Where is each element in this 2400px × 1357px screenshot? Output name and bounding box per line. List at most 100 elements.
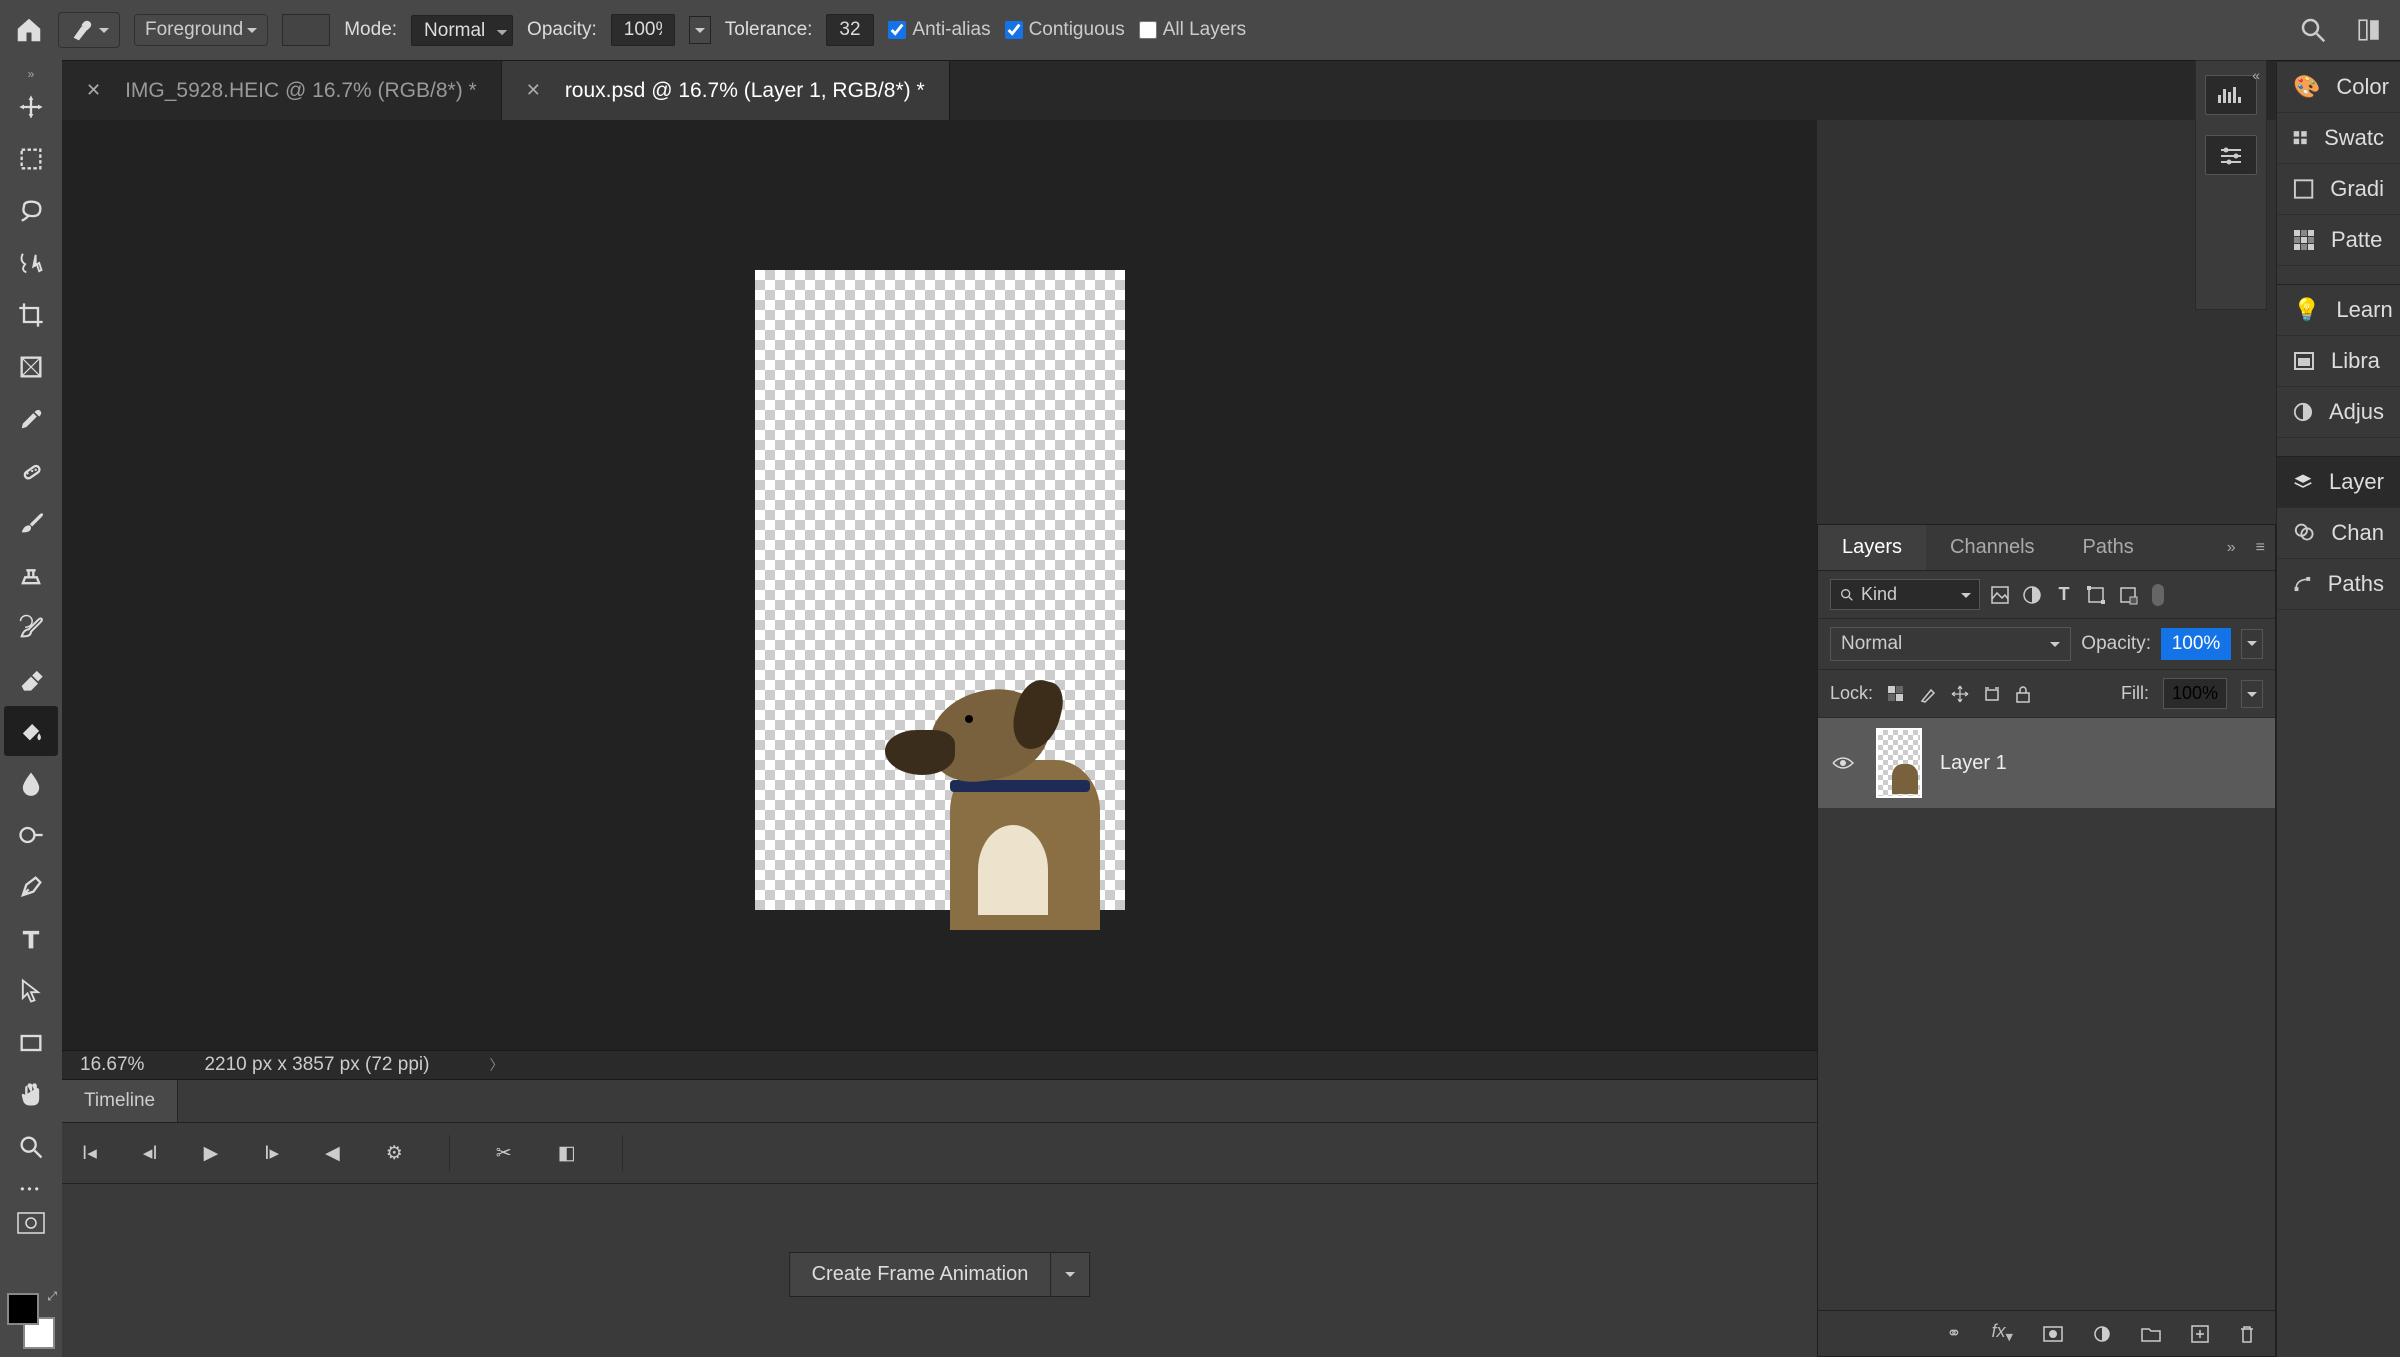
timeline-tab[interactable]: Timeline [62, 1080, 178, 1122]
shape-tool[interactable] [4, 1018, 58, 1068]
tab-channels[interactable]: Channels [1926, 525, 2059, 570]
hand-tool[interactable] [4, 1070, 58, 1120]
panel-item-layers[interactable]: Layer [2277, 457, 2400, 508]
history-brush-tool[interactable] [4, 602, 58, 652]
link-layers-icon[interactable]: ⚭ [1946, 1323, 1961, 1344]
chevron-down-icon[interactable] [1051, 1252, 1090, 1297]
next-frame-icon[interactable]: I▸ [264, 1142, 279, 1165]
visibility-toggle[interactable] [1832, 755, 1858, 771]
home-icon[interactable] [14, 15, 44, 45]
fill-source-select[interactable]: Foreground [134, 14, 268, 46]
lock-all-icon[interactable] [2015, 685, 2031, 703]
mask-icon[interactable] [2043, 1326, 2063, 1342]
go-first-icon[interactable]: I◂ [82, 1142, 97, 1165]
canvas-area[interactable] [62, 120, 1817, 1050]
opacity-dropdown[interactable] [2241, 629, 2263, 659]
active-tool-preset[interactable] [58, 12, 120, 48]
prev-frame-icon[interactable]: ◂I [143, 1142, 158, 1165]
filter-type-icon[interactable]: T [2052, 583, 2076, 607]
document-tab[interactable]: ✕ roux.psd @ 16.7% (Layer 1, RGB/8*) * [502, 61, 950, 120]
workspace-icon[interactable] [2356, 17, 2382, 43]
edit-toolbar[interactable]: ••• [4, 1174, 58, 1204]
filter-adjust-icon[interactable] [2020, 583, 2044, 607]
brush-tool[interactable] [4, 498, 58, 548]
frame-tool[interactable] [4, 342, 58, 392]
chevron-right-icon[interactable]: 〉 [489, 1055, 503, 1075]
all-layers-checkbox[interactable]: All Layers [1139, 19, 1246, 41]
lasso-tool[interactable] [4, 186, 58, 236]
filter-pixel-icon[interactable] [1988, 583, 2012, 607]
panel-item-patterns[interactable]: Patte [2277, 215, 2400, 266]
pattern-swatch[interactable] [282, 14, 330, 46]
filter-shape-icon[interactable] [2084, 583, 2108, 607]
dodge-tool[interactable] [4, 810, 58, 860]
contiguous-checkbox[interactable]: Contiguous [1005, 19, 1125, 41]
panel-item-swatches[interactable]: Swatc [2277, 113, 2400, 164]
antialias-checkbox[interactable]: Anti-alias [888, 19, 990, 41]
panel-menu-icon[interactable]: ≡ [2246, 539, 2275, 557]
blend-mode-select[interactable]: Normal [1830, 627, 2071, 661]
pen-tool[interactable] [4, 862, 58, 912]
opacity-dropdown[interactable] [689, 16, 711, 44]
transition-icon[interactable]: ◧ [558, 1142, 576, 1165]
collapse-icon[interactable]: » [2217, 539, 2246, 557]
lock-pixels-icon[interactable] [1919, 685, 1937, 703]
object-select-tool[interactable] [4, 238, 58, 288]
layer-opacity-input[interactable] [2161, 628, 2231, 660]
zoom-tool[interactable] [4, 1122, 58, 1172]
create-frame-animation[interactable]: Create Frame Animation [789, 1252, 1091, 1297]
opacity-input[interactable] [611, 14, 675, 46]
foreground-color[interactable] [7, 1293, 39, 1325]
blur-tool[interactable] [4, 758, 58, 808]
properties-icon[interactable] [2205, 135, 2257, 175]
collapse-chevron-icon[interactable]: « [2252, 67, 2260, 83]
fill-dropdown[interactable] [2241, 680, 2263, 708]
mute-icon[interactable]: ◀ [325, 1142, 340, 1165]
marquee-tool[interactable] [4, 134, 58, 184]
document-info[interactable]: 2210 px x 3857 px (72 ppi) [204, 1054, 429, 1076]
path-select-tool[interactable] [4, 966, 58, 1016]
group-icon[interactable] [2141, 1326, 2161, 1342]
document-tab[interactable]: ✕ IMG_5928.HEIC @ 16.7% (RGB/8*) * [62, 61, 502, 120]
toolbar-expander-icon[interactable]: » [28, 68, 35, 80]
new-layer-icon[interactable] [2191, 1325, 2209, 1343]
close-icon[interactable]: ✕ [526, 80, 541, 101]
delete-layer-icon[interactable] [2239, 1325, 2255, 1343]
filter-toggle[interactable] [2152, 584, 2164, 606]
layer-thumbnail[interactable] [1876, 728, 1922, 798]
type-tool[interactable] [4, 914, 58, 964]
color-swatches[interactable]: ⤢ [7, 1293, 55, 1349]
filter-smart-icon[interactable] [2116, 583, 2140, 607]
close-icon[interactable]: ✕ [86, 80, 101, 101]
search-icon[interactable] [2298, 15, 2328, 45]
lock-position-icon[interactable] [1951, 685, 1969, 703]
paint-bucket-tool[interactable] [4, 706, 58, 756]
panel-item-adjustments[interactable]: Adjus [2277, 387, 2400, 438]
adjustment-layer-icon[interactable] [2093, 1325, 2111, 1343]
move-tool[interactable] [4, 82, 58, 132]
zoom-level[interactable]: 16.67% [80, 1054, 144, 1076]
eyedropper-tool[interactable] [4, 394, 58, 444]
quick-mask-toggle[interactable] [4, 1206, 58, 1240]
tolerance-input[interactable] [826, 14, 874, 46]
crop-tool[interactable] [4, 290, 58, 340]
filter-kind-select[interactable]: Kind [1830, 579, 1980, 610]
fx-icon[interactable]: fx▾ [1991, 1321, 2013, 1346]
settings-icon[interactable]: ⚙ [386, 1142, 403, 1165]
swap-colors-icon[interactable]: ⤢ [47, 1289, 57, 1304]
lock-transparency-icon[interactable] [1887, 685, 1905, 703]
layer-row[interactable]: Layer 1 [1818, 718, 2275, 809]
blend-mode-select[interactable]: Normal [411, 15, 513, 46]
layer-fill-input[interactable] [2163, 678, 2227, 709]
panel-item-gradients[interactable]: Gradi [2277, 164, 2400, 215]
panel-item-learn[interactable]: 💡Learn [2277, 285, 2400, 336]
panel-item-libraries[interactable]: Libra [2277, 336, 2400, 387]
healing-tool[interactable] [4, 446, 58, 496]
panel-item-channels[interactable]: Chan [2277, 508, 2400, 559]
panel-item-color[interactable]: 🎨Color [2277, 62, 2400, 113]
layer-name[interactable]: Layer 1 [1940, 752, 2007, 775]
play-icon[interactable]: ▶ [204, 1142, 219, 1165]
scissors-icon[interactable]: ✂ [496, 1142, 512, 1165]
tab-layers[interactable]: Layers [1818, 525, 1926, 570]
lock-artboard-icon[interactable] [1983, 685, 2001, 703]
